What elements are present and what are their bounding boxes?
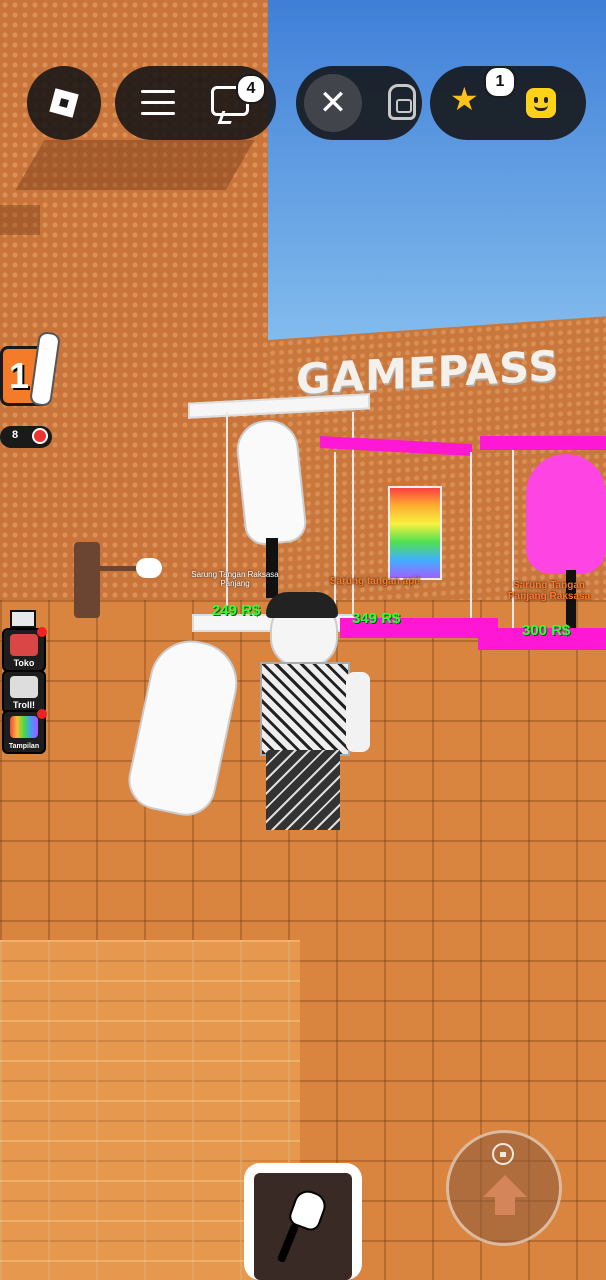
player-avatar <box>230 590 380 840</box>
avatar-legs <box>266 750 340 830</box>
appearance-button[interactable]: Tampilan <box>2 709 47 754</box>
chat-badge: 4 <box>236 74 266 104</box>
backpack-icon[interactable] <box>388 84 416 120</box>
other-player[interactable] <box>74 542 100 618</box>
alert-dot <box>37 709 47 719</box>
tool-pill: ✕ <box>296 66 422 140</box>
shop-item-name: Sarung Tangan Panjang Raksasa <box>507 580 591 602</box>
avatar-face-icon[interactable] <box>526 88 556 118</box>
shop-item-name: Sarung tangan api! <box>329 576 421 587</box>
notification-badge: 1 <box>484 66 516 98</box>
troll-button[interactable]: Troll! <box>2 670 46 714</box>
glove-stand <box>266 538 278 598</box>
avatar-arm <box>346 672 370 752</box>
close-button[interactable]: ✕ <box>304 74 362 132</box>
shop-icon <box>10 634 38 656</box>
roblox-menu-button[interactable] <box>27 66 101 140</box>
shift-lock-icon[interactable] <box>492 1143 514 1165</box>
avatar-torso <box>260 662 350 756</box>
game-viewport[interactable]: GAMEPASS Sarung Tangan Raksasa Panjang 2… <box>0 0 606 1280</box>
glove-tool-handle <box>276 1222 300 1264</box>
shop-item-name: Sarung Tangan Raksasa Panjang <box>191 570 279 588</box>
troll-label: Troll! <box>13 700 35 710</box>
clock-icon <box>32 428 48 444</box>
glove-display[interactable] <box>526 454 606 574</box>
rainbow-icon <box>10 716 38 738</box>
avatar-cap <box>266 592 338 618</box>
roblox-logo-icon <box>49 88 79 118</box>
jump-button[interactable] <box>446 1130 562 1246</box>
hotbar-slot-glove[interactable] <box>244 1163 362 1280</box>
shop-label: Toko <box>13 658 35 668</box>
menu-icon[interactable] <box>141 90 175 116</box>
jump-arrow-icon <box>483 1175 527 1197</box>
display-roof <box>480 436 606 450</box>
other-player-arm <box>98 566 138 571</box>
wall-shadow <box>15 140 255 190</box>
appearance-label: Tampilan <box>8 743 40 750</box>
wall-shadow <box>0 205 40 235</box>
display-rope <box>470 452 472 622</box>
shop-item-price: 300 R$ <box>522 622 571 639</box>
timer-count: 8 <box>12 429 19 441</box>
slap-count: 1 <box>9 355 30 396</box>
rainbow-banner <box>388 486 442 580</box>
star-icon[interactable]: ★ <box>450 80 479 118</box>
hotbar-slot-inner <box>254 1173 352 1280</box>
sky <box>268 0 606 360</box>
side-menu-tab[interactable] <box>10 610 36 628</box>
jump-arrow-stem <box>495 1197 515 1215</box>
display-rope <box>226 412 228 622</box>
timer-pill: 8 <box>0 426 52 448</box>
other-player-glove <box>136 558 162 578</box>
alert-dot <box>37 627 47 637</box>
troll-face-icon <box>10 676 38 698</box>
shop-button[interactable]: Toko <box>2 627 47 672</box>
display-rope <box>512 450 514 630</box>
